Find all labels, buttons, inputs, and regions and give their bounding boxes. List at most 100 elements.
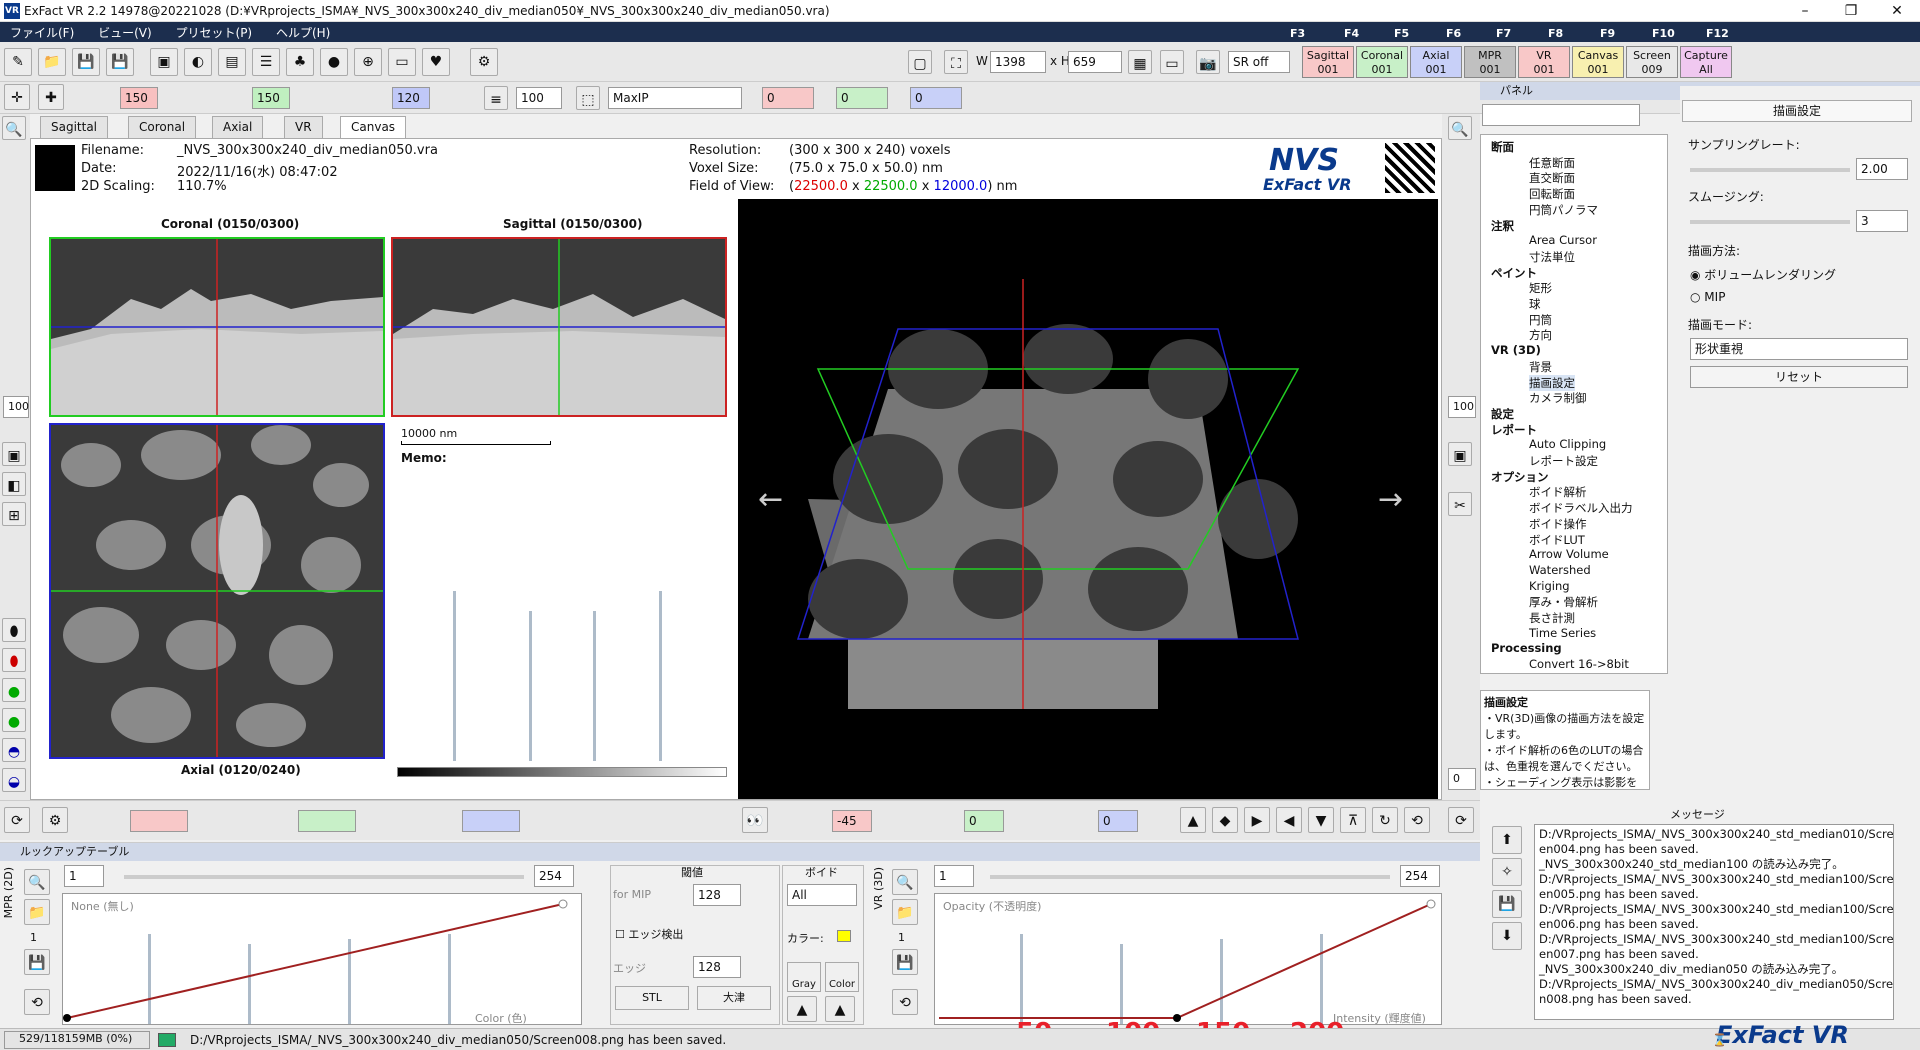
tree-item[interactable]: ボイドLUT <box>1529 532 1585 548</box>
lut-r-folder-icon[interactable]: 📁 <box>892 899 918 925</box>
height-input[interactable]: 659 <box>1068 51 1122 73</box>
view-button[interactable]: Capture All <box>1680 46 1732 78</box>
tree-search-input[interactable] <box>1482 104 1640 126</box>
tree-item[interactable]: 断面 <box>1491 139 1514 155</box>
tree-item[interactable]: 厚み・骨解析 <box>1529 594 1598 610</box>
clip-icon[interactable]: ✂ <box>1448 492 1472 516</box>
settings-gear-icon[interactable]: ⚙ <box>470 48 498 76</box>
vr-3d-view[interactable]: ← → <box>738 199 1438 799</box>
tree-item[interactable]: Convert 16->8bit <box>1529 657 1629 671</box>
fit-icon[interactable]: ⛶ <box>944 50 968 74</box>
grid-icon[interactable]: ⊞ <box>2 502 26 526</box>
screenshot-icon[interactable]: ▢ <box>908 50 932 74</box>
histogram2-icon[interactable]: ▲ <box>825 996 855 1022</box>
axial-slice-input[interactable]: 120 <box>392 87 430 109</box>
view-button[interactable]: VR 001 <box>1518 46 1570 78</box>
tab-canvas[interactable]: Canvas <box>340 116 407 138</box>
reset-button[interactable]: リセット <box>1690 366 1908 388</box>
view-button[interactable]: MPR 001 <box>1464 46 1516 78</box>
refresh-icon[interactable]: ⟳ <box>4 807 30 833</box>
tree-item[interactable]: ペイント <box>1491 265 1537 281</box>
mpr-tab[interactable]: MPR (2D) <box>2 867 15 918</box>
clear-broom-icon[interactable]: ✧ <box>1492 858 1522 886</box>
green-circle-icon[interactable]: ● <box>2 678 26 702</box>
tree-item[interactable]: Kriging <box>1529 579 1570 593</box>
tree-item[interactable]: Time Series <box>1529 626 1596 640</box>
right-bottom-value[interactable]: 0 <box>1448 768 1476 790</box>
view-left-icon[interactable]: ◀ <box>1276 807 1302 833</box>
radio-volume-rendering[interactable]: ◉ ボリュームレンダリング <box>1690 266 1836 283</box>
tab-axial[interactable]: Axial <box>212 116 264 138</box>
blue-channel-input[interactable]: 0 <box>910 87 962 109</box>
lut-right-slider[interactable] <box>990 875 1390 879</box>
contrast-icon[interactable]: ◧ <box>2 472 26 496</box>
lut-right-graph[interactable]: Opacity (不透明度) Intensity (輝度値) <box>934 893 1442 1025</box>
tool-icon-2[interactable]: ◐ <box>184 48 212 76</box>
save-icon[interactable]: 💾 <box>72 48 100 76</box>
tool-icon-3[interactable]: ▤ <box>218 48 246 76</box>
view-front-icon[interactable]: ▲ <box>1180 807 1206 833</box>
tree-item[interactable]: 任意断面 <box>1529 155 1575 171</box>
tree-item[interactable]: カメラ制御 <box>1529 390 1587 406</box>
tool-icon-4[interactable]: ☰ <box>252 48 280 76</box>
lut-right-max[interactable]: 254 <box>1400 865 1440 887</box>
tool-icon-1[interactable]: ▣ <box>150 48 178 76</box>
view-button[interactable]: Axial 001 <box>1410 46 1462 78</box>
zoom-icon[interactable]: 🔍 <box>2 116 26 140</box>
view-button[interactable]: Coronal 001 <box>1356 46 1408 78</box>
blue-bottom-input[interactable] <box>462 810 520 832</box>
red-bottom-input[interactable] <box>130 810 188 832</box>
view-side-icon[interactable]: ◆ <box>1212 807 1238 833</box>
tree-item[interactable]: ボイド操作 <box>1529 516 1587 532</box>
blue-half2-icon[interactable]: ◒ <box>2 768 26 792</box>
cross-icon[interactable]: ✚ <box>38 84 64 110</box>
tree-item[interactable]: 回転断面 <box>1529 186 1575 202</box>
lut-left-slider[interactable] <box>124 875 524 879</box>
tree-item[interactable]: 長さ計測 <box>1529 610 1575 626</box>
vr-tab[interactable]: VR (3D) <box>872 867 885 910</box>
menu-help[interactable]: ヘルプ(H) <box>266 22 340 43</box>
tree-item[interactable]: Auto Clipping <box>1529 437 1606 451</box>
save-log-icon[interactable]: 💾 <box>1492 890 1522 918</box>
color-swatch[interactable] <box>837 930 851 942</box>
tree-item[interactable]: 方向 <box>1529 327 1552 343</box>
tool-icon-5[interactable]: ♣ <box>286 48 314 76</box>
lut-left-graph[interactable]: None (無し) Color (色) <box>62 893 582 1025</box>
tab-vr[interactable]: VR <box>284 116 323 138</box>
view-button[interactable]: Canvas 001 <box>1572 46 1624 78</box>
smoothing-slider[interactable] <box>1690 220 1850 224</box>
width-input[interactable]: 1398 <box>990 51 1046 73</box>
view-button[interactable]: Screen 009 <box>1626 46 1678 78</box>
eyes-icon[interactable]: 👀 <box>742 807 768 833</box>
smoothing-input[interactable]: 3 <box>1856 210 1908 232</box>
view-down-icon[interactable]: ▼ <box>1308 807 1334 833</box>
zoom-right-icon[interactable]: 🔍 <box>1448 116 1472 140</box>
view-right-icon[interactable]: ▶ <box>1244 807 1270 833</box>
sampling-input[interactable]: 2.00 <box>1856 158 1908 180</box>
histogram-icon[interactable]: ▲ <box>787 996 817 1022</box>
tree-item[interactable]: 注釈 <box>1491 218 1514 234</box>
tree-item[interactable]: Processing <box>1491 641 1562 655</box>
edge-threshold-input[interactable]: 128 <box>693 956 741 978</box>
blue-half-icon[interactable]: ◓ <box>2 738 26 762</box>
tree-item[interactable]: 矩形 <box>1529 280 1552 296</box>
tree-item[interactable]: ボイド解析 <box>1529 484 1587 500</box>
fit-right-icon[interactable]: ▣ <box>1448 442 1472 466</box>
menu-preset[interactable]: プリセット(P) <box>166 22 263 43</box>
lut-left-max[interactable]: 254 <box>534 865 574 887</box>
gray-button[interactable]: Gray <box>787 962 821 992</box>
rotation-z-input[interactable]: 0 <box>1098 810 1138 832</box>
tree-item[interactable]: 球 <box>1529 296 1541 312</box>
view-reset-icon[interactable]: ⟲ <box>1404 807 1430 833</box>
tool-icon-9[interactable]: ♥ <box>422 48 450 76</box>
refresh-right-icon[interactable]: ⟳ <box>1448 807 1474 833</box>
sagittal-slice-input[interactable]: 150 <box>120 87 158 109</box>
green-channel-input[interactable]: 0 <box>836 87 888 109</box>
rotate-view-icon[interactable]: ⚙ <box>42 807 68 833</box>
mode-select[interactable]: 形状重視 <box>1690 338 1908 360</box>
close-button[interactable]: ✕ <box>1874 0 1920 22</box>
stl-button[interactable]: STL <box>615 986 689 1010</box>
sampling-slider[interactable] <box>1690 168 1850 172</box>
lut-reset-icon[interactable]: ⟲ <box>24 989 50 1015</box>
lut-save-icon[interactable]: 💾 <box>24 949 50 975</box>
